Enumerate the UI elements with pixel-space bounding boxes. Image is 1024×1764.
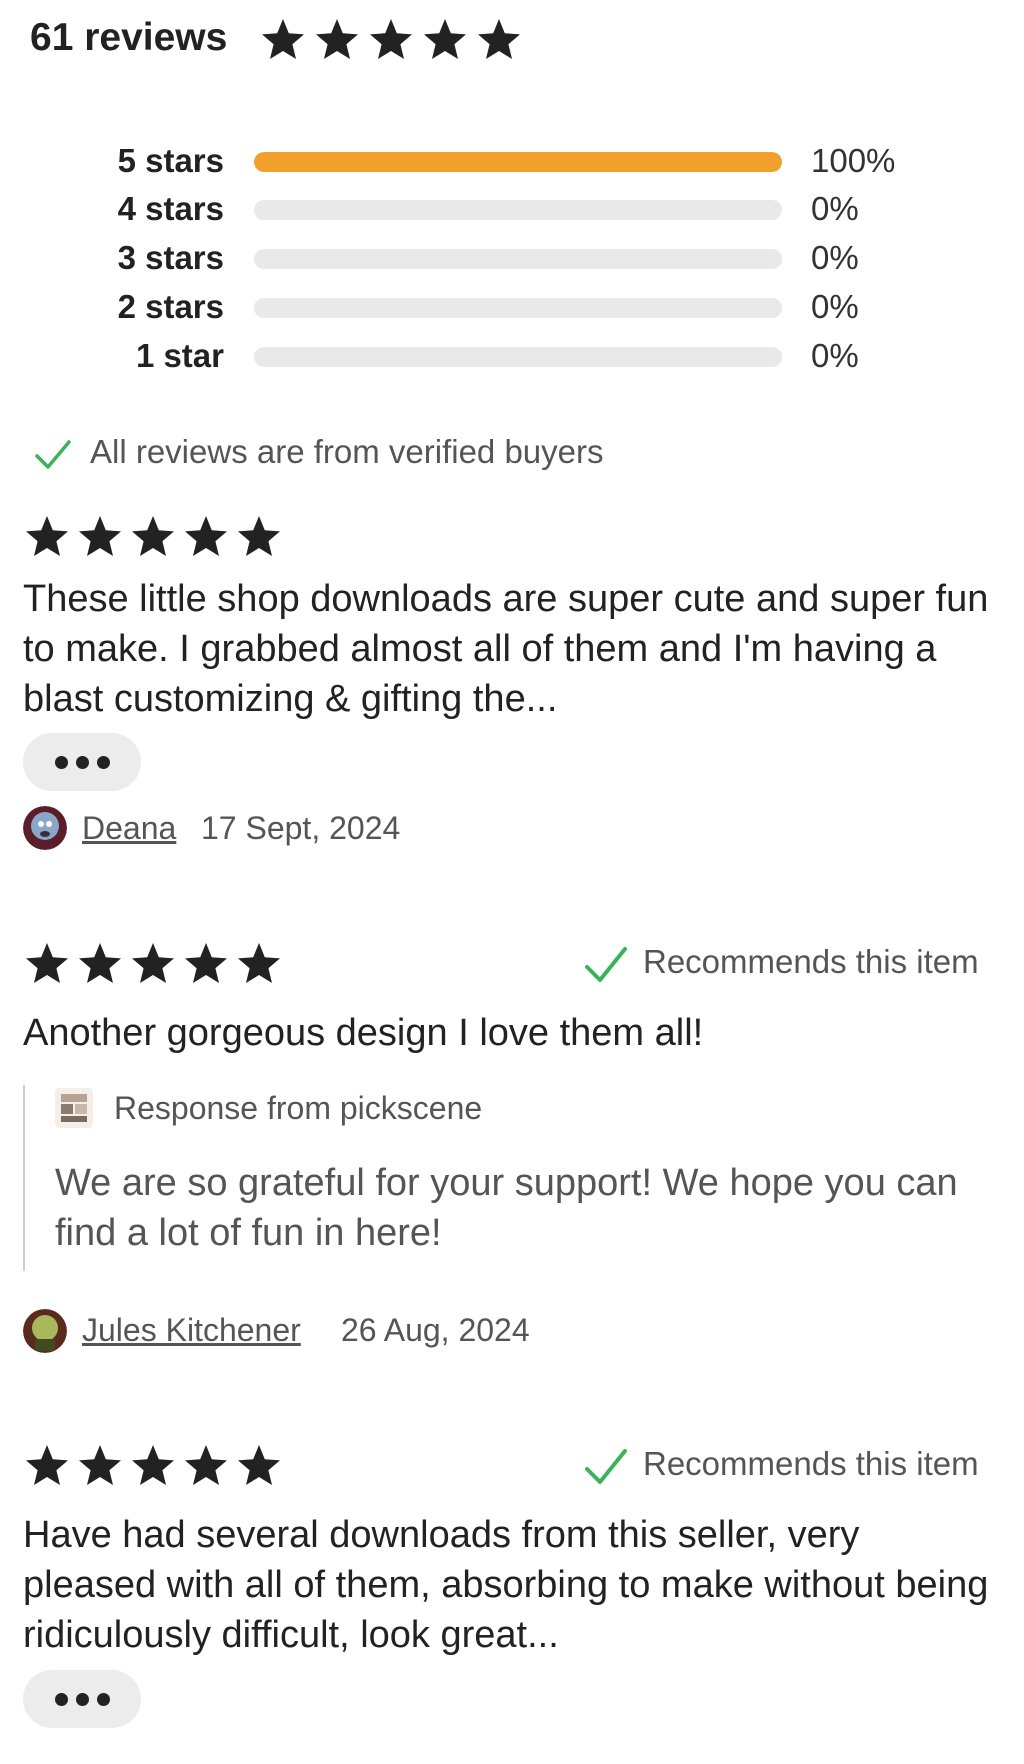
star-icon: [238, 516, 280, 556]
rating-percent-4: 0%: [811, 190, 859, 227]
rating-label-4: 4 stars: [117, 190, 224, 227]
review-2-stars: [23, 940, 288, 986]
ellipsis-icon: [75, 1692, 89, 1706]
rating-label-3: 3 stars: [117, 239, 224, 276]
review-2-recommends: Recommends this item: [643, 943, 979, 980]
review-2-reviewer-link[interactable]: Jules Kitchener: [82, 1310, 301, 1350]
star-icon: [79, 1445, 121, 1485]
star-icon: [26, 943, 68, 983]
star-icon: [132, 943, 174, 983]
rating-percent-5: 100%: [811, 142, 896, 179]
review-1-reviewer-link[interactable]: Deana: [82, 808, 176, 848]
ellipsis-icon: [96, 755, 110, 769]
ellipsis-icon: [54, 755, 68, 769]
review-count: 61 reviews: [30, 16, 228, 59]
checkmark-icon: [35, 440, 71, 469]
average-rating-stars: [258, 16, 528, 62]
ellipsis-icon: [96, 1692, 110, 1706]
rating-bar-4: [254, 200, 782, 220]
review-1-date: 17 Sept, 2024: [201, 810, 401, 846]
star-icon: [26, 1445, 68, 1485]
rating-percent-1: 0%: [811, 337, 859, 374]
review-2-date: 26 Aug, 2024: [341, 1312, 530, 1348]
star-icon: [79, 516, 121, 556]
ellipsis-icon: [75, 755, 89, 769]
recommend-check-icon: [585, 947, 627, 982]
rating-bar-fill: [254, 152, 782, 172]
review-3-recommends: Recommends this item: [643, 1445, 979, 1482]
shop-avatar: [55, 1088, 93, 1128]
review-3-text: Have had several downloads from this sel…: [23, 1514, 989, 1656]
star-icon: [238, 943, 280, 983]
star-icon: [424, 19, 466, 59]
star-icon: [185, 1445, 227, 1485]
rating-percent-2: 0%: [811, 288, 859, 325]
star-icon: [370, 19, 412, 59]
review-3-stars: [23, 1442, 288, 1488]
recommend-check-icon: [585, 1449, 627, 1484]
star-icon: [185, 943, 227, 983]
rating-bar-3: [254, 249, 782, 269]
star-icon: [132, 1445, 174, 1485]
response-divider: [23, 1085, 25, 1271]
review-3-more-button[interactable]: [23, 1670, 141, 1728]
rating-percent-3: 0%: [811, 239, 859, 276]
review-2-text: Another gorgeous design I love them all!: [23, 1012, 704, 1054]
rating-bar-2: [254, 298, 782, 318]
review-1-stars: [23, 513, 288, 559]
rating-label-1: 1 star: [135, 337, 224, 374]
ellipsis-icon: [54, 1692, 68, 1706]
review-2-avatar[interactable]: [23, 1309, 67, 1353]
response-title: Response from pickscene: [114, 1090, 483, 1126]
star-icon: [185, 516, 227, 556]
star-icon: [79, 943, 121, 983]
review-1-more-button[interactable]: [23, 733, 141, 791]
star-icon: [316, 19, 358, 59]
review-1-avatar[interactable]: [23, 806, 67, 850]
review-1-text: These little shop downloads are super cu…: [23, 578, 989, 720]
star-icon: [26, 516, 68, 556]
star-icon: [132, 516, 174, 556]
rating-bar-5: [254, 152, 782, 172]
rating-label-2: 2 stars: [117, 288, 224, 325]
rating-bar-1: [254, 347, 782, 367]
rating-label-5: 5 stars: [117, 142, 224, 179]
star-icon: [238, 1445, 280, 1485]
response-text: We are so grateful for your support! We …: [55, 1162, 958, 1254]
verified-buyers-note: All reviews are from verified buyers: [90, 433, 604, 470]
star-icon: [262, 19, 304, 59]
star-icon: [478, 19, 520, 59]
